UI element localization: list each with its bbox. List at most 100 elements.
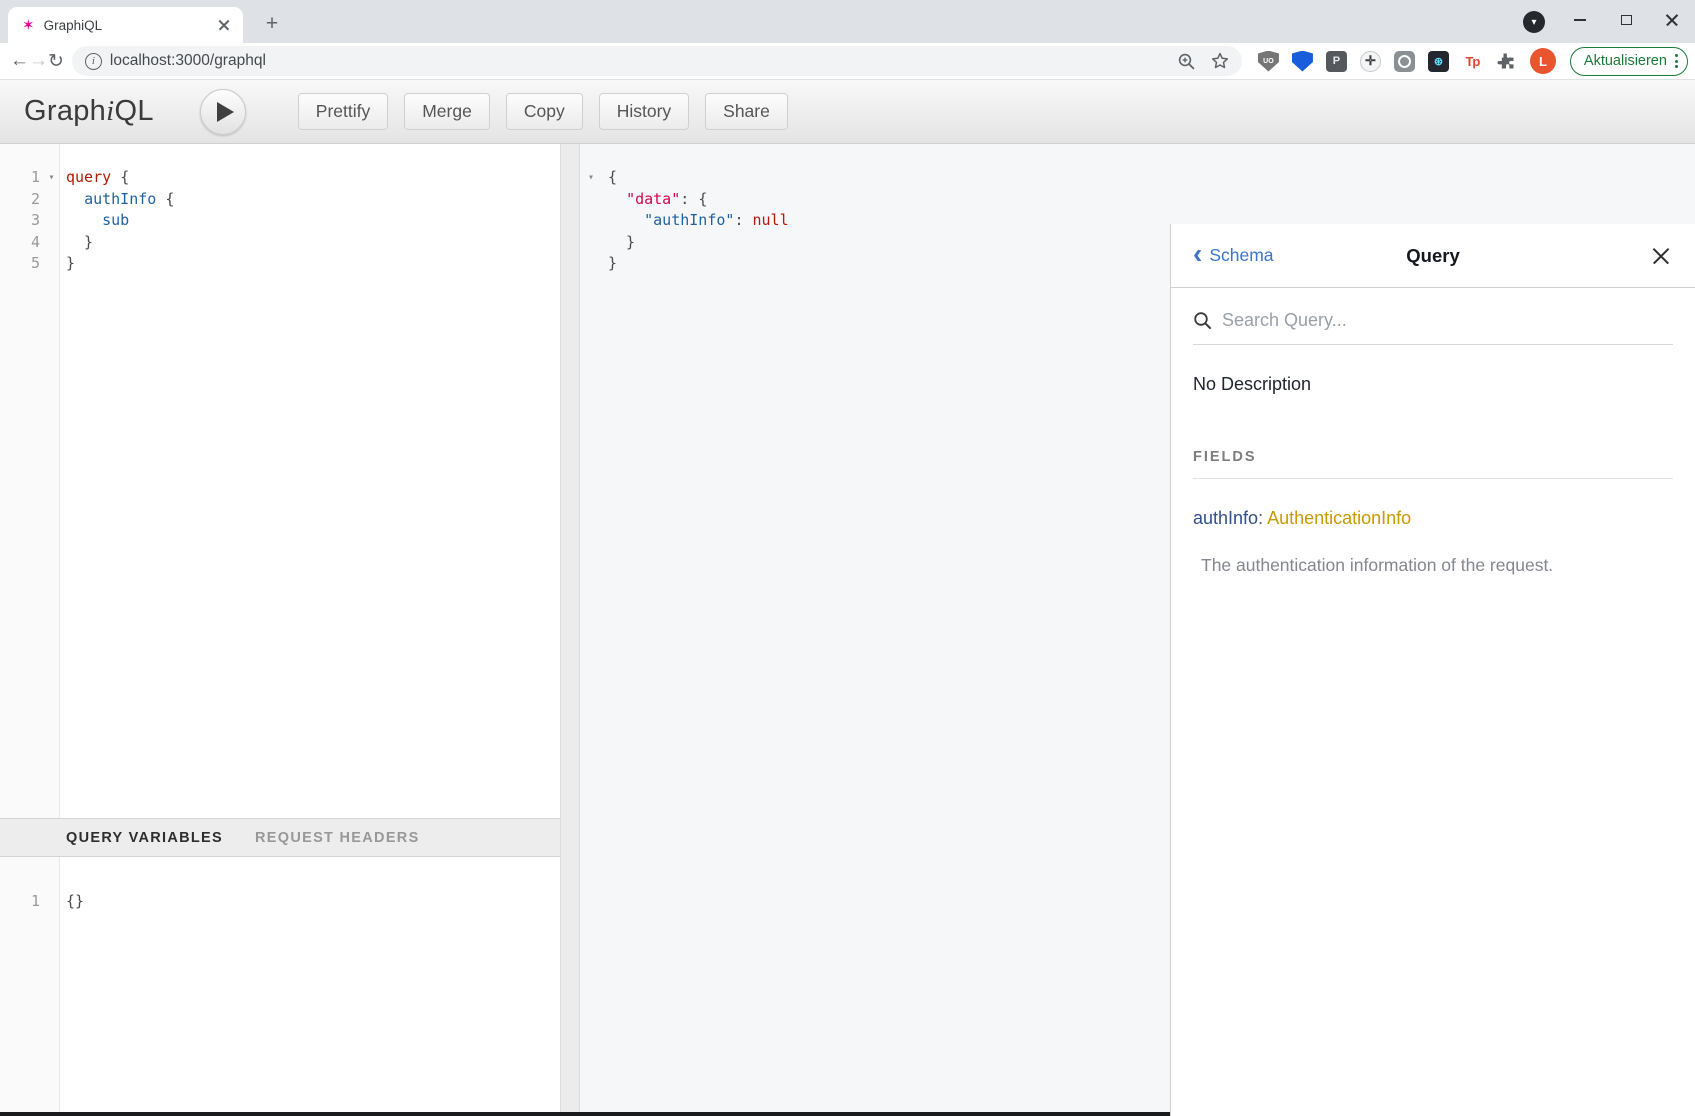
tab-search-button[interactable]: ▾ [1523, 11, 1545, 33]
back-button[interactable]: ← [10, 46, 29, 76]
chevron-left-icon: ‹ [1193, 240, 1202, 268]
field-type-link[interactable]: AuthenticationInfo [1267, 508, 1411, 528]
result-fold-gutter: ▾ [580, 144, 602, 1112]
line-number-gutter: 1▾2345 [0, 144, 60, 818]
type-description: No Description [1193, 374, 1673, 395]
tab-query-variables[interactable]: QUERY VARIABLES [66, 830, 223, 846]
doc-search-input[interactable] [1222, 310, 1673, 331]
variables-code-area[interactable]: {} [60, 857, 560, 1112]
ublock-origin-icon[interactable]: UO [1258, 51, 1279, 72]
main-workspace: 1▾2345 query { authInfo { sub }} QUERY V… [0, 144, 1695, 1112]
doc-back-label: Schema [1209, 245, 1273, 266]
extensions-puzzle-icon[interactable] [1496, 51, 1517, 72]
field-row: authInfo: AuthenticationInfo [1193, 508, 1673, 529]
window-minimize-button[interactable] [1557, 0, 1603, 40]
line-number: 5 [0, 253, 44, 275]
search-icon [1193, 311, 1212, 330]
window-close-button[interactable] [1649, 0, 1695, 40]
fold-spacer [584, 189, 599, 211]
graphiql-topbar: GraphiQL Prettify Merge Copy History Share [0, 80, 1695, 144]
refresh-extension-button[interactable]: Aktualisieren [1570, 47, 1688, 76]
query-code-area[interactable]: query { authInfo { sub }} [60, 144, 560, 818]
line-number: 1 [0, 167, 44, 189]
reload-button[interactable]: ↻ [48, 46, 64, 76]
doc-search-box[interactable] [1193, 304, 1673, 345]
window-maximize-button[interactable] [1603, 0, 1649, 40]
toolbar-button-share[interactable]: Share [705, 93, 788, 130]
code-line: "data": { [608, 189, 1695, 211]
doc-explorer-body: No Description FIELDS authInfo: Authenti… [1171, 374, 1695, 576]
doc-explorer-panel: ‹ Schema Query No Description FIELDS aut… [1170, 224, 1695, 1116]
tab-close-icon[interactable] [215, 16, 233, 34]
minimize-icon [1574, 19, 1586, 21]
close-icon [1664, 12, 1680, 28]
query-editor[interactable]: 1▾2345 query { authInfo { sub }} [0, 144, 560, 818]
tab-request-headers[interactable]: REQUEST HEADERS [255, 830, 420, 846]
fold-arrow-icon[interactable]: ▾ [44, 167, 59, 189]
fold-spacer [44, 891, 59, 913]
react-devtools-icon[interactable]: ⊛ [1428, 51, 1449, 72]
new-tab-button[interactable]: + [258, 10, 286, 38]
profile-avatar[interactable]: L [1530, 48, 1556, 74]
crosshair-extension-icon[interactable]: ✛ [1360, 51, 1381, 72]
code-line: authInfo { [66, 189, 560, 211]
execute-query-button[interactable] [200, 89, 246, 135]
toolbar-button-copy[interactable]: Copy [506, 93, 583, 130]
line-number: 1 [0, 891, 44, 913]
bookmark-star-icon[interactable] [1210, 51, 1230, 71]
field-name-link[interactable]: authInfo [1193, 508, 1258, 528]
doc-back-link[interactable]: ‹ Schema [1193, 243, 1274, 268]
fold-arrow-icon[interactable]: ▾ [584, 167, 599, 189]
extensions-row: UO P ✛ ⊛ Tp L [1258, 48, 1556, 74]
refresh-extension-label: Aktualisieren [1584, 53, 1667, 69]
pane-resize-handle[interactable] [560, 144, 580, 1112]
p-extension-icon[interactable]: P [1326, 51, 1347, 72]
url-text[interactable]: localhost:3000/graphql [110, 52, 1163, 70]
doc-explorer-header: ‹ Schema Query [1171, 224, 1695, 288]
site-info-icon[interactable]: i [85, 53, 102, 70]
fold-spacer [584, 253, 599, 275]
camera-extension-icon[interactable] [1394, 51, 1415, 72]
secondary-editor-tabs: QUERY VARIABLES REQUEST HEADERS [0, 818, 560, 857]
play-icon [217, 102, 234, 122]
toolbar-button-merge[interactable]: Merge [404, 93, 490, 130]
fold-spacer [584, 210, 599, 232]
code-line: {} [66, 891, 560, 913]
variables-editor[interactable]: 1 {} [0, 857, 560, 1112]
graphiql-toolbar: Prettify Merge Copy History Share [298, 93, 788, 130]
fold-spacer [44, 189, 59, 211]
browser-toolbar: ← → ↻ i localhost:3000/graphql UOP✛⊛TpL … [0, 43, 1695, 80]
fold-spacer [44, 253, 59, 275]
maximize-icon [1621, 15, 1632, 25]
line-number: 3 [0, 210, 44, 232]
tab-title: GraphiQL [44, 18, 215, 33]
forward-button[interactable]: → [29, 46, 48, 76]
tp-extension-icon[interactable]: Tp [1462, 51, 1483, 72]
code-line: } [66, 253, 560, 275]
graphiql-logo: GraphiQL [24, 95, 154, 128]
code-line: query { [66, 167, 560, 189]
graphql-favicon-icon: ✶ [22, 18, 35, 33]
kebab-menu-icon[interactable] [1675, 54, 1678, 68]
line-number: 2 [0, 189, 44, 211]
toolbar-button-prettify[interactable]: Prettify [298, 93, 388, 130]
field-description: The authentication information of the re… [1201, 555, 1673, 576]
window-controls [1557, 0, 1695, 40]
fold-spacer [44, 210, 59, 232]
browser-tabstrip: ✶ GraphiQL + ▾ [0, 0, 1695, 43]
variables-line-number-gutter: 1 [0, 857, 60, 1112]
browser-tab-graphiql[interactable]: ✶ GraphiQL [8, 7, 243, 43]
zoom-indicator-icon[interactable] [1177, 52, 1196, 71]
doc-close-icon[interactable] [1649, 244, 1673, 268]
toolbar-button-history[interactable]: History [599, 93, 689, 130]
code-line: sub [66, 210, 560, 232]
fold-spacer [44, 232, 59, 254]
line-number: 4 [0, 232, 44, 254]
code-line: { [608, 167, 1695, 189]
fields-category-title: FIELDS [1193, 449, 1673, 479]
fold-spacer [584, 232, 599, 254]
query-editor-pane: 1▾2345 query { authInfo { sub }} QUERY V… [0, 144, 560, 1112]
code-line: } [66, 232, 560, 254]
bitwarden-icon[interactable] [1292, 51, 1313, 72]
address-bar[interactable]: i localhost:3000/graphql [72, 46, 1242, 76]
